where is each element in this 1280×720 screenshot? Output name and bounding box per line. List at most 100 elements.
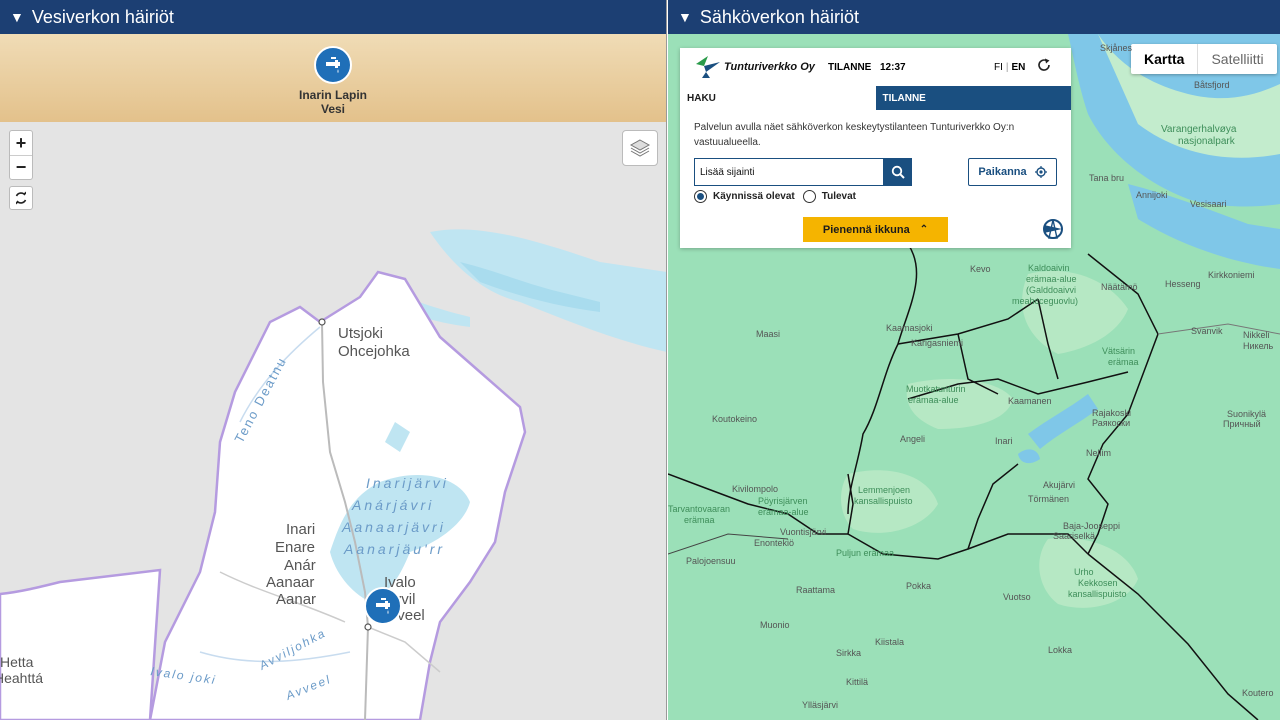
map-type-satellite-button[interactable]: Satelliitti xyxy=(1197,44,1276,74)
provider-badge-icon xyxy=(1040,216,1066,247)
map-label: erämaa-alue xyxy=(1026,274,1077,284)
location-input[interactable] xyxy=(694,158,884,186)
provider-marker[interactable]: Inarin Lapin Vesi xyxy=(289,46,377,116)
ivalo-water-marker[interactable] xyxy=(364,587,402,625)
map-label: kansallispuisto xyxy=(1068,589,1127,599)
map-label: Enontekiö xyxy=(754,538,795,548)
map-label: Karigasniemi xyxy=(911,338,964,348)
map-label: Причный xyxy=(1223,419,1261,429)
radio-upcoming[interactable] xyxy=(802,190,816,203)
map-label: erämaa-alue xyxy=(908,395,959,405)
map-label: Båtsfjord xyxy=(1194,80,1230,90)
reload-icon[interactable] xyxy=(1037,58,1051,77)
map-label: Nellim xyxy=(1086,448,1112,458)
locate-label: Paikanna xyxy=(978,166,1027,178)
tilanne-label: TILANNE xyxy=(828,61,872,73)
map-label: Tarvantovaaran xyxy=(668,504,731,514)
map-label: erämaa xyxy=(684,515,715,525)
map-type-map-button[interactable]: Kartta xyxy=(1131,44,1197,74)
radio-active-label: Käynnissä olevat xyxy=(713,191,795,202)
map-label: Kevo xyxy=(970,264,991,274)
map-label-inari-3: Anár xyxy=(284,557,316,574)
map-label: Koutokeino xyxy=(712,414,758,424)
map-label: Palojoensuu xyxy=(686,556,736,566)
outage-widget: Tunturiverkko Oy TILANNE 12:37 FI | EN HAK… xyxy=(680,48,1071,248)
map-label-inari-1: Inari xyxy=(286,521,315,538)
map-label: Sirkka xyxy=(836,648,862,658)
radio-active[interactable] xyxy=(694,190,707,203)
map-label-ohcejohka: Ohcejohka xyxy=(338,343,410,360)
map-label: Raattama xyxy=(796,585,836,595)
shrink-window-button[interactable]: Pienennä ikkuna ⌃ xyxy=(803,217,948,242)
tab-tilanne[interactable]: TILANNE xyxy=(875,86,1071,110)
search-button[interactable] xyxy=(884,158,912,186)
outage-filter: Käynnissä olevat Tulevat xyxy=(694,190,856,203)
refresh-icon xyxy=(15,191,27,205)
map-label-hetta-2: Heahttá xyxy=(0,670,43,686)
collapse-triangle-icon[interactable]: ▼ xyxy=(678,9,692,25)
lang-en-link[interactable]: EN xyxy=(1012,62,1026,73)
provider-label: Inarin Lapin Vesi xyxy=(298,88,367,116)
water-tap-icon[interactable] xyxy=(314,46,352,84)
map-label: Vätsärin xyxy=(1102,346,1136,356)
layers-icon xyxy=(629,139,651,157)
locate-button[interactable]: Paikanna xyxy=(968,158,1057,186)
map-label: kansallispuisto xyxy=(854,496,913,506)
widget-tabs: HAKU TILANNE xyxy=(680,86,1071,110)
map-label: Kirkkoniemi xyxy=(1208,270,1255,280)
collapse-triangle-icon[interactable]: ▼ xyxy=(10,9,24,25)
zoom-control: + − xyxy=(9,130,33,180)
map-label: Muotkatunturin xyxy=(906,384,966,394)
power-panel-header[interactable]: ▼ Sähköverkon häiriöt xyxy=(668,0,1280,34)
widget-header: Tunturiverkko Oy TILANNE 12:37 FI | EN xyxy=(680,48,1071,86)
shrink-window-label: Pienennä ikkuna xyxy=(822,223,910,236)
lang-fi-link[interactable]: FI xyxy=(994,62,1003,73)
map-label: Muonio xyxy=(760,620,790,630)
layers-button[interactable] xyxy=(622,130,658,166)
map-label: Lokka xyxy=(1048,645,1073,655)
map-label: Koutero xyxy=(1242,688,1274,698)
water-map[interactable]: Utsjoki Ohcejohka Teno Deatnu Inarijärvi… xyxy=(0,122,667,720)
map-label: Suonikylä xyxy=(1227,409,1267,419)
refresh-button[interactable] xyxy=(9,186,33,210)
map-label: Vuotso xyxy=(1003,592,1031,602)
company-logo-icon xyxy=(696,56,720,78)
zoom-in-button[interactable]: + xyxy=(10,131,32,155)
map-label: Akujärvi xyxy=(1043,480,1076,490)
company-logo: Tunturiverkko Oy xyxy=(694,54,815,80)
zoom-out-button[interactable]: − xyxy=(10,155,32,179)
map-label: Varangerhalvøya xyxy=(1161,124,1237,135)
water-panel-header[interactable]: ▼ Vesiverkon häiriöt xyxy=(0,0,666,34)
map-label: Ylläsjärvi xyxy=(802,700,839,710)
language-switch: FI | EN xyxy=(994,62,1025,73)
tab-haku[interactable]: HAKU xyxy=(680,86,876,110)
map-label: Kittilä xyxy=(846,677,869,687)
power-panel-title: Sähköverkon häiriöt xyxy=(699,6,859,27)
map-label: Kivilompolo xyxy=(732,484,779,494)
map-label: Rajakoski xyxy=(1092,408,1132,418)
water-tap-icon xyxy=(364,587,402,625)
map-label-inarijarvi-1: Inarijärvi xyxy=(366,475,449,491)
map-label: nasjonalpark xyxy=(1178,136,1235,147)
map-label: erämaa xyxy=(1108,357,1139,367)
map-label-inari-2: Enare xyxy=(275,539,315,556)
map-label: Kaamanen xyxy=(1008,396,1052,406)
map-label: Kiistala xyxy=(875,637,905,647)
map-label-inarijarvi-4: Aanarjäu'rr xyxy=(343,541,445,557)
water-panel-title: Vesiverkon häiriöt xyxy=(31,6,174,27)
map-label: meahcceguovlu) xyxy=(1012,296,1079,306)
map-label: Törmänen xyxy=(1028,494,1070,504)
chevron-up-icon: ⌃ xyxy=(919,224,929,235)
map-label: Puljun erämaa xyxy=(836,548,895,558)
map-label: Kekkosen xyxy=(1078,578,1118,588)
map-label: Lemmenjoen xyxy=(858,485,911,495)
map-label-hetta-1: Hetta xyxy=(0,654,34,670)
map-label: Angeli xyxy=(900,434,926,444)
map-type-toggle: Kartta Satelliitti xyxy=(1131,44,1277,74)
app-root: ▼ Vesiverkon häiriöt Utsjoki Ohcejohka T… xyxy=(0,0,1280,720)
power-disruptions-panel: ▼ Sähköverkon häiriöt Kartta Satelliitti… xyxy=(668,0,1280,720)
map-label: Hesseng xyxy=(1165,279,1201,289)
lang-separator: | xyxy=(1005,61,1009,73)
status-time: 12:37 xyxy=(880,61,906,73)
map-label: (Galddoaivvi xyxy=(1026,285,1077,295)
